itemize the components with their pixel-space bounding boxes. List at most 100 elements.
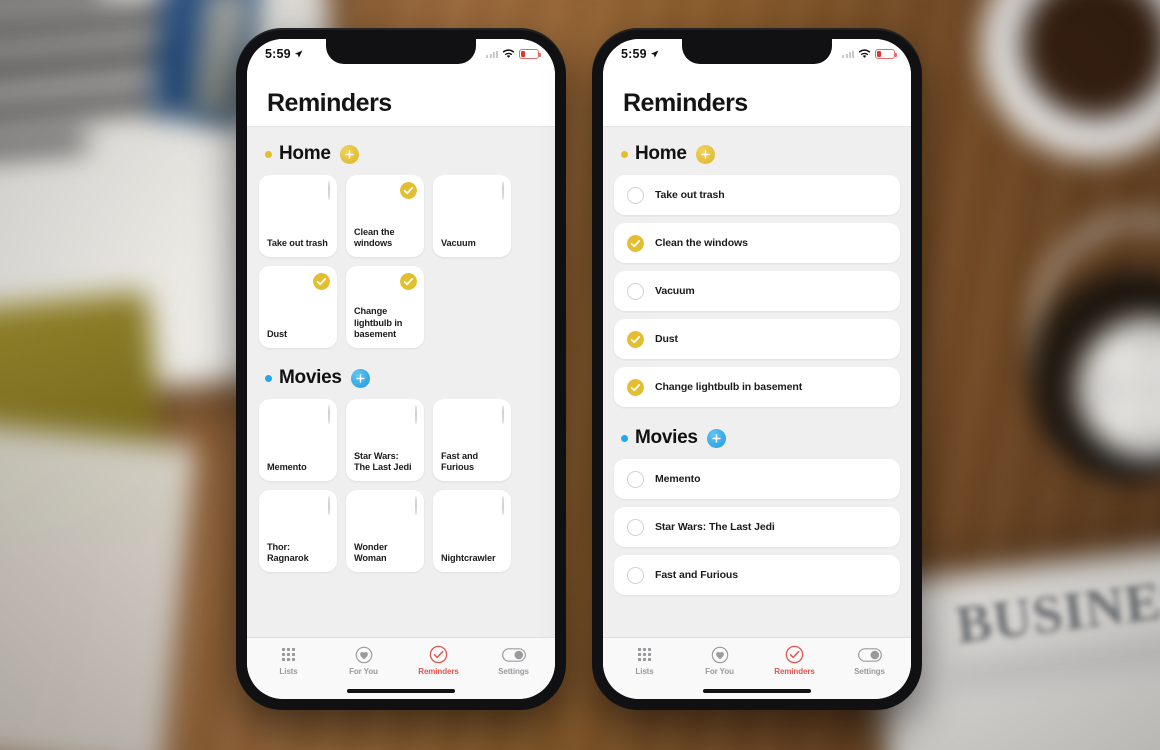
screen-bottom-area: [603, 681, 911, 699]
screen-right: 5:59 Reminders Home Take out trash Clean…: [603, 39, 911, 699]
list-item[interactable]: Star Wars: The Last Jedi: [614, 507, 900, 547]
checkbox-checked-icon[interactable]: [627, 330, 644, 348]
plus-icon: [344, 149, 354, 159]
reminder-card[interactable]: Dust: [259, 266, 337, 348]
status-indicators: [842, 49, 897, 59]
reminder-card-label: Memento: [267, 461, 307, 472]
location-arrow-icon: [294, 50, 303, 58]
signal-bars-icon: [842, 50, 854, 58]
list-item[interactable]: Change lightbulb in basement: [614, 367, 900, 407]
tab-settings[interactable]: Settings: [832, 645, 907, 676]
section-dot-home: [265, 150, 272, 158]
reminder-card[interactable]: Nightcrawler: [433, 490, 511, 572]
status-time: 5:59: [265, 47, 291, 61]
tab-lists[interactable]: Lists: [251, 645, 326, 676]
tab-for-you[interactable]: For You: [326, 645, 401, 676]
reminder-card[interactable]: Take out trash: [259, 175, 337, 257]
tab-for-you[interactable]: For You: [682, 645, 757, 676]
toggle-icon: [501, 645, 526, 664]
tab-label: Lists: [279, 667, 298, 676]
add-reminder-button-movies[interactable]: [350, 368, 370, 388]
checkbox-empty-icon[interactable]: [415, 496, 417, 515]
reminder-card[interactable]: Memento: [259, 399, 337, 481]
list-item-label: Vacuum: [655, 285, 695, 297]
reminder-card-label: Take out trash: [267, 237, 328, 248]
checkbox-empty-icon[interactable]: [627, 518, 644, 536]
reminder-card[interactable]: Clean the windows: [346, 175, 424, 257]
section-title-home: Home: [279, 143, 331, 164]
checkbox-checked-icon[interactable]: [313, 273, 330, 290]
list-item[interactable]: Clean the windows: [614, 223, 900, 263]
home-card-grid[interactable]: Take out trash Clean the windows Vacuum: [247, 175, 555, 357]
add-reminder-button-home[interactable]: [339, 144, 359, 164]
reminder-card[interactable]: Thor: Ragnarok: [259, 490, 337, 572]
checkbox-empty-icon[interactable]: [627, 566, 644, 584]
tab-reminders[interactable]: Reminders: [757, 645, 832, 676]
reminder-card-label: Change lightbulb in basement: [354, 306, 403, 339]
reminder-card-label: Fast and Furious: [441, 450, 478, 472]
checkbox-empty-icon[interactable]: [502, 496, 504, 515]
reminder-card[interactable]: Star Wars: The Last Jedi: [346, 399, 424, 481]
list-item-label: Fast and Furious: [655, 569, 738, 581]
checkbox-empty-icon[interactable]: [502, 181, 504, 200]
page-title: Reminders: [623, 89, 748, 117]
notch: [682, 39, 832, 64]
status-time: 5:59: [621, 47, 647, 61]
location-arrow-icon: [650, 50, 659, 58]
tab-settings[interactable]: Settings: [476, 645, 551, 676]
movies-card-grid[interactable]: Memento Star Wars: The Last Jedi Fast an…: [247, 399, 555, 581]
nav-bar: Reminders: [603, 69, 911, 127]
list-item-label: Memento: [655, 473, 701, 485]
reminder-card[interactable]: Fast and Furious: [433, 399, 511, 481]
wifi-icon: [858, 49, 871, 58]
add-reminder-button-movies[interactable]: [706, 428, 726, 448]
tab-bar-right[interactable]: Lists For You Reminders Settings: [603, 637, 911, 681]
status-time-group: 5:59: [621, 47, 659, 61]
list-item[interactable]: Memento: [614, 459, 900, 499]
checkbox-empty-icon[interactable]: [627, 282, 644, 300]
checkbox-empty-icon[interactable]: [415, 405, 417, 424]
tab-bar-left[interactable]: Lists For You Reminders Settings: [247, 637, 555, 681]
checkbox-empty-icon[interactable]: [328, 496, 330, 515]
reminder-card[interactable]: Wonder Woman: [346, 490, 424, 572]
list-item-label: Clean the windows: [655, 237, 748, 249]
tab-reminders[interactable]: Reminders: [401, 645, 476, 676]
check-circle-icon: [429, 645, 448, 664]
list-item[interactable]: Vacuum: [614, 271, 900, 311]
checkbox-empty-icon[interactable]: [627, 186, 644, 204]
section-title-movies: Movies: [279, 367, 342, 388]
checkbox-checked-icon[interactable]: [400, 182, 417, 199]
checkbox-checked-icon[interactable]: [627, 234, 644, 252]
section-dot-movies: [265, 374, 272, 382]
reminder-card[interactable]: Vacuum: [433, 175, 511, 257]
checkbox-checked-icon[interactable]: [400, 273, 417, 290]
section-title-home: Home: [635, 143, 687, 164]
reminder-card[interactable]: Change lightbulb in basement: [346, 266, 424, 348]
tab-label: Settings: [854, 667, 885, 676]
content-scroll-area-left[interactable]: Home Take out trash Clean the windows Va…: [247, 127, 555, 637]
content-scroll-area-right[interactable]: Home Take out trash Clean the windows Va…: [603, 127, 911, 637]
movies-card-row-1: Memento Star Wars: The Last Jedi Fast an…: [259, 399, 555, 481]
tab-label: For You: [705, 667, 734, 676]
page-title: Reminders: [267, 89, 392, 117]
tab-lists[interactable]: Lists: [607, 645, 682, 676]
checkbox-empty-icon[interactable]: [328, 181, 330, 200]
list-item[interactable]: Take out trash: [614, 175, 900, 215]
tab-label: For You: [349, 667, 378, 676]
list-item[interactable]: Dust: [614, 319, 900, 359]
checkbox-empty-icon[interactable]: [627, 470, 644, 488]
list-item-label: Star Wars: The Last Jedi: [655, 521, 775, 533]
checkbox-checked-icon[interactable]: [627, 378, 644, 396]
list-item[interactable]: Fast and Furious: [614, 555, 900, 595]
screen-bottom-area: [247, 681, 555, 699]
checkbox-empty-icon[interactable]: [328, 405, 330, 424]
signal-bars-icon: [486, 50, 498, 58]
phone-right-list-layout: 5:59 Reminders Home Take out trash Clean…: [592, 28, 922, 710]
home-indicator[interactable]: [347, 689, 455, 693]
checkbox-empty-icon[interactable]: [502, 405, 504, 424]
reminder-card-label: Dust: [267, 328, 288, 339]
section-header-home: Home: [603, 127, 911, 175]
grid-icon: [282, 645, 295, 664]
home-indicator[interactable]: [703, 689, 811, 693]
add-reminder-button-home[interactable]: [695, 144, 715, 164]
